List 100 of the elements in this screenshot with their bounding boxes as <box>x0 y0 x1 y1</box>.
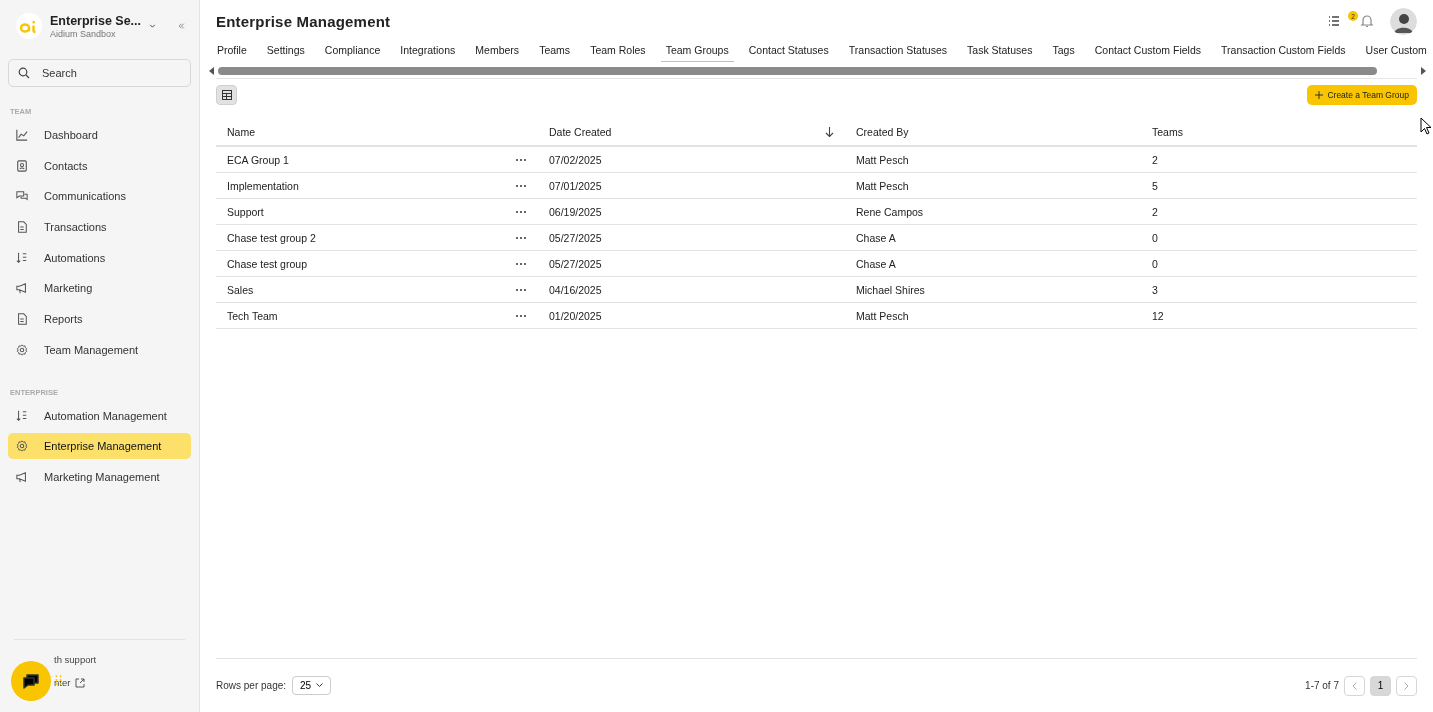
table-cell: 05/27/2025 <box>549 231 602 244</box>
table-view-button[interactable] <box>216 84 237 105</box>
table-cell: Tech Team <box>227 309 278 322</box>
tab[interactable]: Settings <box>261 41 310 62</box>
avatar[interactable] <box>1390 7 1417 35</box>
megaphone-icon <box>16 470 28 483</box>
table-cell: Support <box>227 205 264 218</box>
sidebar-item[interactable]: Communications <box>8 183 191 210</box>
tab[interactable]: Task Statuses <box>962 41 1038 62</box>
table-cell: 2 <box>1152 205 1158 218</box>
tab[interactable]: Tags <box>1047 41 1080 62</box>
tab[interactable]: Integrations <box>395 41 461 62</box>
sort-icon <box>16 409 28 422</box>
scroll-left-icon[interactable] <box>208 67 214 75</box>
page-range: 1-7 of 7 <box>1305 680 1339 691</box>
chevron-right-icon <box>1404 681 1409 690</box>
tab[interactable]: Compliance <box>319 41 386 62</box>
contact-card-icon <box>16 159 28 172</box>
chat-button[interactable] <box>11 661 51 701</box>
sidebar-item[interactable]: Enterprise Management <box>8 433 191 460</box>
plus-icon <box>1315 90 1324 99</box>
table-icon <box>221 89 232 100</box>
gear-icon <box>16 440 28 453</box>
search-icon <box>18 67 30 79</box>
sidebar-item[interactable]: Transactions <box>8 214 191 241</box>
sidebar-item[interactable]: Automation Management <box>8 402 191 429</box>
organization-name: Enterprise Se... <box>50 13 141 29</box>
sidebar-item[interactable]: Reports <box>8 306 191 333</box>
chat-icon <box>21 671 41 691</box>
tab[interactable]: Team Groups <box>660 41 734 62</box>
more-options-icon[interactable] <box>515 313 527 318</box>
sidebar-item[interactable]: Contacts <box>8 152 191 179</box>
table-cell: 07/02/2025 <box>549 153 602 166</box>
table-cell: Michael Shires <box>856 283 925 296</box>
sidebar-item[interactable]: Dashboard <box>8 122 191 148</box>
sidebar-item[interactable]: Marketing <box>8 275 191 302</box>
page-button[interactable]: 1 <box>1370 675 1391 696</box>
tab[interactable]: Teams <box>534 41 576 62</box>
column-header[interactable]: Teams <box>1152 126 1183 138</box>
document-icon <box>16 313 28 326</box>
table-cell: ECA Group 1 <box>227 153 289 166</box>
sidebar-item[interactable]: Team Management <box>8 336 191 363</box>
scroll-right-icon[interactable] <box>1421 67 1427 75</box>
mouse-cursor-icon <box>1420 117 1432 135</box>
table-cell: 04/16/2025 <box>549 283 602 296</box>
chevron-down-icon <box>316 683 324 688</box>
sort-descending-icon[interactable] <box>825 127 834 137</box>
rows-per-page-label: Rows per page: <box>216 680 287 691</box>
document-icon <box>16 221 28 234</box>
table-cell: Chase test group <box>227 257 307 270</box>
scrollbar-thumb[interactable] <box>218 67 1377 75</box>
table-cell: Implementation <box>227 179 299 192</box>
help-center-link[interactable]: nter <box>54 677 71 688</box>
table-cell: Matt Pesch <box>856 309 909 322</box>
more-options-icon[interactable] <box>515 209 527 214</box>
column-header[interactable]: Date Created <box>549 126 612 138</box>
organization-subtitle: Aidium Sandbox <box>50 28 116 39</box>
tab[interactable]: Transaction Custom Fields <box>1216 41 1351 62</box>
more-options-icon[interactable] <box>515 261 527 266</box>
chat-icon <box>16 190 28 203</box>
table-cell: Chase A <box>856 231 896 244</box>
column-header[interactable]: Created By <box>856 126 909 138</box>
more-options-icon[interactable] <box>515 157 527 162</box>
table-cell: 2 <box>1152 153 1158 166</box>
sidebar-item[interactable]: Automations <box>8 244 191 271</box>
search-field[interactable]: Search <box>8 59 191 87</box>
table-cell: 5 <box>1152 179 1158 192</box>
chevron-left-icon <box>1352 681 1357 690</box>
more-options-icon[interactable] <box>515 183 527 188</box>
table-cell: Matt Pesch <box>856 179 909 192</box>
megaphone-icon <box>16 282 28 295</box>
tab[interactable]: Profile <box>216 41 252 62</box>
task-list-icon[interactable] <box>1328 15 1340 27</box>
tab[interactable]: Transaction Statuses <box>843 41 952 62</box>
tab[interactable]: Contact Custom Fields <box>1089 41 1206 62</box>
table-cell: Sales <box>227 283 254 296</box>
sidebar-item[interactable]: Marketing Management <box>8 463 191 490</box>
table-cell: 01/20/2025 <box>549 309 602 322</box>
create-team-group-button[interactable]: Create a Team Group <box>1307 84 1417 105</box>
tab[interactable]: Team Roles <box>585 41 651 62</box>
table-cell: 12 <box>1152 309 1164 322</box>
support-text[interactable]: th support <box>54 654 97 665</box>
table-cell: 3 <box>1152 283 1158 296</box>
column-header[interactable]: Name <box>227 126 255 138</box>
tab[interactable]: Members <box>470 41 525 62</box>
bell-icon[interactable] <box>1360 14 1374 28</box>
table-cell: 05/27/2025 <box>549 257 602 270</box>
gear-icon <box>16 343 28 356</box>
tab[interactable]: User Custom <box>1360 41 1427 62</box>
table-cell: 0 <box>1152 231 1158 244</box>
more-options-icon[interactable] <box>515 287 527 292</box>
table-cell: Rene Campos <box>856 205 924 218</box>
table-cell: Matt Pesch <box>856 153 909 166</box>
table-cell: Chase A <box>856 257 896 270</box>
table-cell: Chase test group 2 <box>227 231 316 244</box>
more-options-icon[interactable] <box>515 235 527 240</box>
sort-icon <box>16 251 28 264</box>
table-cell: 06/19/2025 <box>549 205 602 218</box>
rows-per-page-dropdown[interactable]: 25 <box>292 676 332 695</box>
tab[interactable]: Contact Statuses <box>743 41 834 62</box>
